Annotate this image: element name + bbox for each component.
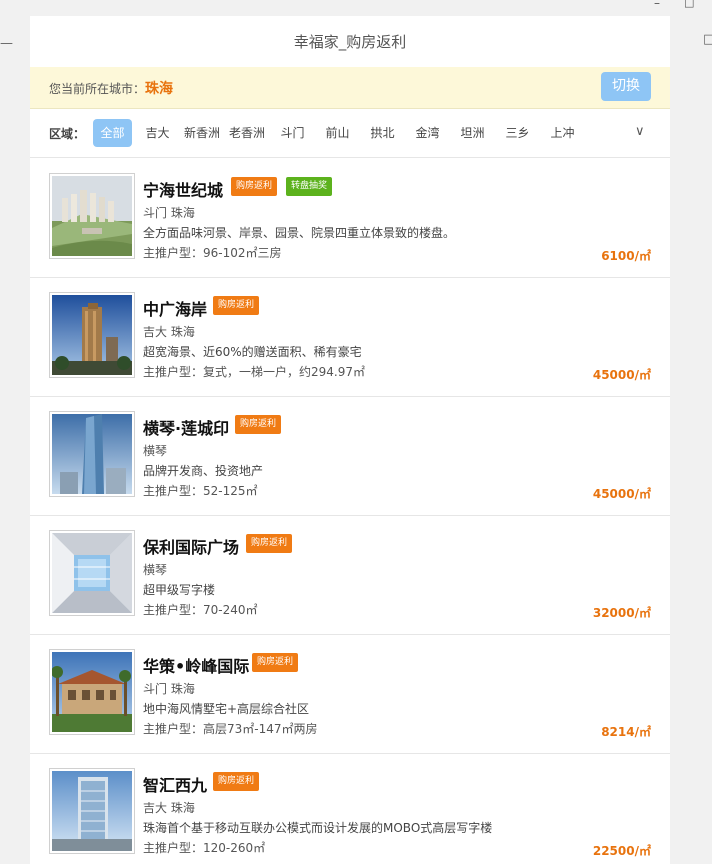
switch-city-button[interactable]: 切换 <box>601 72 651 101</box>
listing-list: 宁海世纪城 购房返利 转盘抽奖 斗门 珠海 全方面品味河景、岸景、园景、院景四重… <box>30 159 670 864</box>
glass-tower-image <box>52 414 132 494</box>
left-edge-mark: — <box>0 36 13 51</box>
lottery-badge: 转盘抽奖 <box>286 177 333 196</box>
district-label: 区域： <box>49 127 86 141</box>
district-item-jida[interactable]: 吉大 <box>138 119 177 147</box>
property-layout: 主推户型：96-102㎡三房 <box>143 246 282 260</box>
property-location: 吉大 珠海 <box>143 325 195 339</box>
listing-item[interactable]: 横琴·莲城印 购房返利 横琴 品牌开发商、投资地产 主推户型：52-125㎡ 4… <box>30 397 670 516</box>
tower-image <box>52 295 132 375</box>
page-container: 幸福家_购房返利 您当前所在城市： 珠海 切换 区域： 全部 吉大 新香洲 老香… <box>30 16 670 864</box>
property-layout: 主推户型：120-260㎡ <box>143 841 266 855</box>
property-layout: 主推户型：复式，一梯一户，约294.97㎡ <box>143 365 365 379</box>
property-price: 6100/㎡ <box>601 249 651 263</box>
property-description: 超甲级写字楼 <box>143 583 216 597</box>
district-item-shangchong[interactable]: 上冲 <box>543 119 582 147</box>
listing-item[interactable]: 保利国际广场 购房返利 横琴 超甲级写字楼 主推户型：70-240㎡ 32000… <box>30 516 670 635</box>
property-description: 全方面品味河景、岸景、园景、院景四重立体景致的楼盘。 <box>143 226 456 240</box>
property-name[interactable]: 华策•岭峰国际 <box>143 653 249 677</box>
district-item-tanzhou[interactable]: 坦洲 <box>453 119 492 147</box>
property-description: 超宽海景、近60%的赠送面积、稀有豪宅 <box>143 345 362 359</box>
property-price: 45000/㎡ <box>592 368 651 382</box>
listing-item[interactable]: 中广海岸 购房返利 吉大 珠海 超宽海景、近60%的赠送面积、稀有豪宅 主推户型… <box>30 278 670 397</box>
property-thumbnail[interactable] <box>49 292 135 378</box>
office-tower-image <box>52 771 132 851</box>
property-thumbnail[interactable] <box>49 411 135 497</box>
district-filter: 区域： 全部 吉大 新香洲 老香洲 斗门 前山 拱北 金湾 坦洲 三乡 上冲 ∨ <box>30 110 670 158</box>
district-item-laoxiangzhou[interactable]: 老香洲 <box>227 119 267 147</box>
property-name[interactable]: 中广海岸 <box>143 296 207 320</box>
rebate-badge: 购房返利 <box>213 296 260 315</box>
listing-item[interactable]: 华策•岭峰国际 购房返利 斗门 珠海 地中海风情墅宅+高层综合社区 主推户型：高… <box>30 635 670 754</box>
property-name[interactable]: 宁海世纪城 <box>143 177 223 201</box>
listing-item[interactable]: 宁海世纪城 购房返利 转盘抽奖 斗门 珠海 全方面品味河景、岸景、园景、院景四重… <box>30 159 670 278</box>
district-item-xinxiangzhou[interactable]: 新香洲 <box>182 119 222 147</box>
city-label: 您当前所在城市： <box>49 82 146 96</box>
property-thumbnail[interactable] <box>49 530 135 616</box>
villa-image <box>52 652 132 732</box>
rebate-badge: 购房返利 <box>213 772 260 791</box>
page-title: 幸福家_购房返利 <box>293 33 407 51</box>
property-thumbnail[interactable] <box>49 173 135 259</box>
property-name[interactable]: 保利国际广场 <box>143 534 239 558</box>
property-layout: 主推户型：52-125㎡ <box>143 484 258 498</box>
property-price: 22500/㎡ <box>592 844 651 858</box>
current-city: 珠海 <box>145 81 173 97</box>
aerial-render-image <box>52 176 132 256</box>
district-item-gongbei[interactable]: 拱北 <box>363 119 402 147</box>
property-name[interactable]: 智汇西九 <box>143 772 207 796</box>
minimize-icon[interactable]: – <box>654 0 660 10</box>
property-location: 横琴 <box>143 444 168 458</box>
property-name[interactable]: 横琴·莲城印 <box>143 415 229 439</box>
rebate-badge: 购房返利 <box>235 415 282 434</box>
property-thumbnail[interactable] <box>49 768 135 854</box>
atrium-image <box>52 533 132 613</box>
property-description: 地中海风情墅宅+高层综合社区 <box>143 702 310 716</box>
rebate-badge: 购房返利 <box>246 534 293 553</box>
property-location: 斗门 珠海 <box>143 682 195 696</box>
listing-item[interactable]: 智汇西九 购房返利 吉大 珠海 珠海首个基于移动互联办公模式而设计发展的MOBO… <box>30 754 670 864</box>
rebate-badge: 购房返利 <box>231 177 278 196</box>
chevron-down-icon[interactable]: ∨ <box>635 124 645 139</box>
district-item-sanxiang[interactable]: 三乡 <box>498 119 537 147</box>
property-price: 8214/㎡ <box>601 725 651 739</box>
window-titlebar: – □ <box>0 0 712 16</box>
city-bar: 您当前所在城市： 珠海 切换 <box>30 67 670 109</box>
property-price: 32000/㎡ <box>592 606 651 620</box>
district-item-doumen[interactable]: 斗门 <box>273 119 312 147</box>
rebate-badge: 购房返利 <box>252 653 299 672</box>
property-layout: 主推户型：高层73㎡-147㎡两房 <box>143 722 318 736</box>
property-description: 珠海首个基于移动互联办公模式而设计发展的MOBO式高层写字楼 <box>143 821 493 835</box>
district-item-qianshan[interactable]: 前山 <box>318 119 357 147</box>
property-thumbnail[interactable] <box>49 649 135 735</box>
property-location: 斗门 珠海 <box>143 206 195 220</box>
property-location: 吉大 珠海 <box>143 801 195 815</box>
property-description: 品牌开发商、投资地产 <box>143 464 264 478</box>
maximize-icon[interactable]: □ <box>684 0 694 9</box>
right-edge-mark: □ <box>703 32 712 47</box>
property-layout: 主推户型：70-240㎡ <box>143 603 258 617</box>
property-location: 横琴 <box>143 563 168 577</box>
property-price: 45000/㎡ <box>592 487 651 501</box>
district-item-all[interactable]: 全部 <box>93 119 132 147</box>
district-item-jinwan[interactable]: 金湾 <box>408 119 447 147</box>
